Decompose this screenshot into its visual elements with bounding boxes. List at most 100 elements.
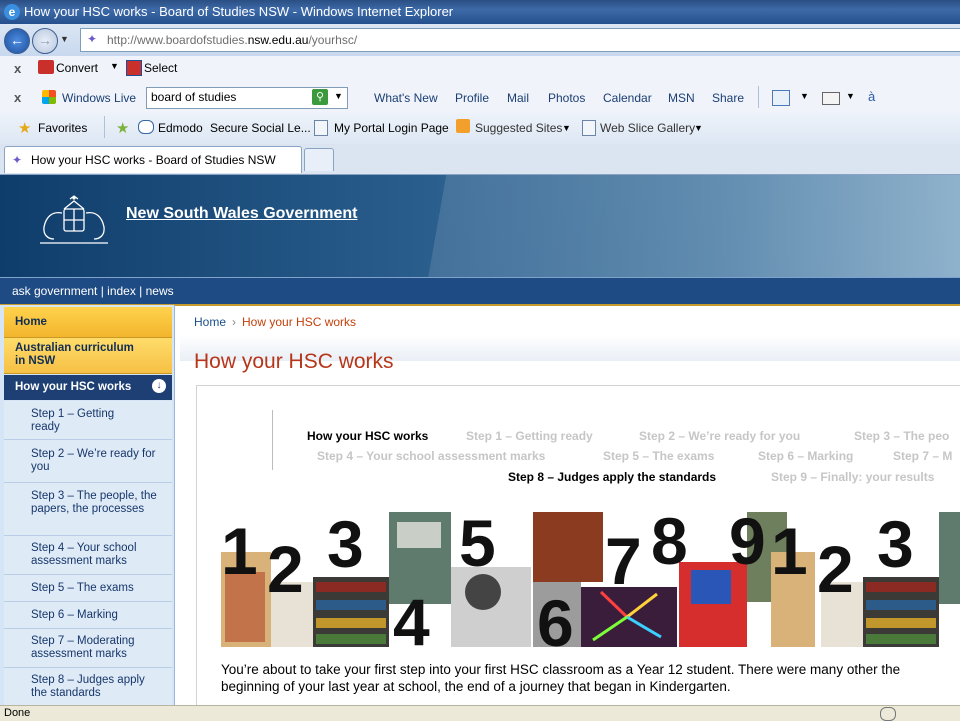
convert-button[interactable]: Convert bbox=[56, 61, 98, 75]
sidebar-item-australian-curriculum[interactable]: Australian curriculum in NSW bbox=[4, 338, 172, 374]
sidebar-item-step-6[interactable]: Step 6 – Marking bbox=[4, 602, 172, 629]
collage-number: 4 bbox=[393, 585, 430, 652]
share-gadget-icon[interactable] bbox=[772, 90, 790, 106]
sidebar-item-label: Step 8 – Judges apply the standards bbox=[31, 674, 145, 699]
sidebar-item-label: Step 7 – Moderating assessment marks bbox=[31, 635, 135, 660]
government-name-link[interactable]: New South Wales Government bbox=[126, 205, 357, 223]
windows-logo-icon bbox=[42, 90, 56, 104]
sidebar-item-home[interactable]: Home bbox=[4, 307, 172, 338]
live-link-calendar[interactable]: Calendar bbox=[603, 91, 652, 105]
collage-number: 6 bbox=[537, 586, 574, 652]
step-nav-step-3[interactable]: Step 3 – The peo bbox=[854, 429, 949, 443]
page-title: How your HSC works bbox=[194, 350, 394, 373]
live-link-profile[interactable]: Profile bbox=[455, 91, 489, 105]
step-nav-step-9[interactable]: Step 9 – Finally: your results bbox=[771, 470, 934, 484]
web-slice-dropdown-icon[interactable]: ▼ bbox=[694, 123, 703, 133]
sidebar-item-step-3[interactable]: Step 3 – The people, the papers, the pro… bbox=[4, 483, 172, 536]
sidebar-item-step-7[interactable]: Step 7 – Moderating assessment marks bbox=[4, 629, 172, 668]
collage-tile bbox=[939, 512, 960, 604]
collage-number: 5 bbox=[459, 512, 496, 580]
suggested-sites-dropdown-icon[interactable]: ▼ bbox=[562, 123, 571, 133]
sidebar-item-step-4[interactable]: Step 4 – Your school assessment marks bbox=[4, 536, 172, 575]
gov-nav-links[interactable]: ask government | index | news bbox=[12, 284, 174, 298]
tab-title: How your HSC works - Board of Studies NS… bbox=[31, 153, 276, 167]
collage-number: 3 bbox=[327, 512, 364, 581]
breadcrumb: Home › How your HSC works bbox=[194, 315, 356, 329]
live-link-whats-new[interactable]: What's New bbox=[374, 91, 438, 105]
web-page: New South Wales Government ask governmen… bbox=[0, 175, 960, 705]
gov-banner: New South Wales Government bbox=[0, 175, 960, 277]
sidebar-item-label: How your HSC works bbox=[15, 381, 132, 393]
sidebar-item-label: Australian curriculum in NSW bbox=[15, 342, 134, 367]
collage-number: 3 bbox=[877, 512, 914, 581]
close-toolbar-icon[interactable]: x bbox=[14, 90, 21, 105]
live-link-mail[interactable]: Mail bbox=[507, 91, 529, 105]
convert-dropdown-icon[interactable]: ▼ bbox=[110, 61, 119, 71]
address-bar[interactable]: ✦ http://www.boardofstudies.nsw.edu.au/y… bbox=[80, 28, 960, 52]
sidebar-item-step-5[interactable]: Step 5 – The exams bbox=[4, 575, 172, 602]
share-dropdown-icon[interactable]: ▼ bbox=[800, 91, 809, 101]
select-icon bbox=[126, 60, 142, 76]
close-toolbar-icon[interactable]: x bbox=[14, 61, 21, 76]
favorite-link-secure-social[interactable]: Secure Social Le... bbox=[210, 121, 311, 135]
step-nav-step-4[interactable]: Step 4 – Your school assessment marks bbox=[317, 449, 545, 463]
ie-logo-icon: e bbox=[4, 4, 20, 20]
collage-tile bbox=[533, 512, 603, 582]
sidebar-item-step-1[interactable]: Step 1 – Getting ready bbox=[4, 401, 172, 440]
intro-paragraph: You’re about to take your first step int… bbox=[221, 662, 901, 694]
sidebar: Home Australian curriculum in NSW How yo… bbox=[0, 305, 175, 705]
gov-nav-bar: ask government | index | news bbox=[0, 277, 960, 306]
collage-number: 9 bbox=[729, 512, 766, 578]
live-link-share[interactable]: Share bbox=[712, 91, 744, 105]
breadcrumb-home-link[interactable]: Home bbox=[194, 315, 226, 329]
collage-number: 1 bbox=[221, 514, 258, 588]
favorite-link-web-slice[interactable]: Web Slice Gallery bbox=[600, 121, 695, 135]
site-favicon-icon: ✦ bbox=[12, 153, 23, 167]
favorites-star-icon: ★ bbox=[18, 120, 32, 137]
favorite-link-suggested-sites[interactable]: Suggested Sites bbox=[475, 121, 562, 135]
status-text: Done bbox=[4, 707, 31, 719]
select-button[interactable]: Select bbox=[144, 61, 177, 75]
favorite-link-edmodo[interactable]: Edmodo bbox=[158, 121, 203, 135]
step-nav-step-5[interactable]: Step 5 – The exams bbox=[603, 449, 714, 463]
step-nav-step-1[interactable]: Step 1 – Getting ready bbox=[466, 429, 593, 443]
forward-button[interactable]: → bbox=[32, 28, 58, 54]
back-button[interactable]: ← bbox=[4, 28, 30, 54]
step-nav-step-6[interactable]: Step 6 – Marking bbox=[758, 449, 853, 463]
windows-live-label[interactable]: Windows Live bbox=[62, 91, 136, 105]
sidebar-item-step-8[interactable]: Step 8 – Judges apply the standards bbox=[4, 668, 172, 705]
breadcrumb-separator: › bbox=[232, 315, 237, 329]
step-nav-how-your-hsc-works[interactable]: How your HSC works bbox=[307, 429, 428, 443]
favorite-link-my-portal[interactable]: My Portal Login Page bbox=[334, 121, 449, 135]
sidebar-item-how-your-hsc-works[interactable]: How your HSC works ↓ bbox=[4, 375, 172, 400]
collage-tile bbox=[691, 570, 731, 604]
favorites-button[interactable]: Favorites bbox=[38, 121, 87, 135]
status-bar: Done bbox=[0, 705, 960, 721]
tab-active[interactable]: ✦ How your HSC works - Board of Studies … bbox=[4, 146, 302, 173]
email-icon[interactable] bbox=[822, 92, 840, 105]
address-url[interactable]: http://www.boardofstudies.nsw.edu.au/you… bbox=[107, 33, 357, 47]
sidebar-item-label: Step 5 – The exams bbox=[31, 582, 134, 594]
search-dropdown-icon[interactable]: ▼ bbox=[334, 91, 343, 101]
security-zone-icon[interactable] bbox=[880, 707, 896, 721]
collage-number: 7 bbox=[605, 524, 642, 598]
translate-icon[interactable]: à bbox=[868, 89, 875, 104]
search-go-icon[interactable]: ⚲ bbox=[312, 89, 328, 105]
recent-pages-dropdown-icon[interactable]: ▼ bbox=[60, 34, 69, 44]
collage-number: 2 bbox=[267, 532, 304, 606]
live-link-photos[interactable]: Photos bbox=[548, 91, 585, 105]
email-dropdown-icon[interactable]: ▼ bbox=[846, 91, 855, 101]
toolbar-divider bbox=[104, 116, 105, 138]
live-link-msn[interactable]: MSN bbox=[668, 91, 695, 105]
sidebar-item-step-2[interactable]: Step 2 – We’re ready for you bbox=[4, 440, 172, 483]
live-search-input[interactable] bbox=[147, 88, 315, 106]
convert-pdf-icon bbox=[38, 60, 54, 74]
sidebar-item-label: Step 3 – The people, the papers, the pro… bbox=[31, 490, 157, 515]
toolbar-divider bbox=[758, 86, 759, 108]
step-nav-step-8[interactable]: Step 8 – Judges apply the standards bbox=[508, 470, 716, 484]
add-favorite-icon[interactable]: ★ bbox=[116, 119, 129, 137]
new-tab-button[interactable] bbox=[304, 148, 334, 171]
step-nav-step-2[interactable]: Step 2 – We’re ready for you bbox=[639, 429, 800, 443]
step-nav-step-7[interactable]: Step 7 – M bbox=[893, 449, 952, 463]
sidebar-item-label: Home bbox=[15, 316, 47, 328]
